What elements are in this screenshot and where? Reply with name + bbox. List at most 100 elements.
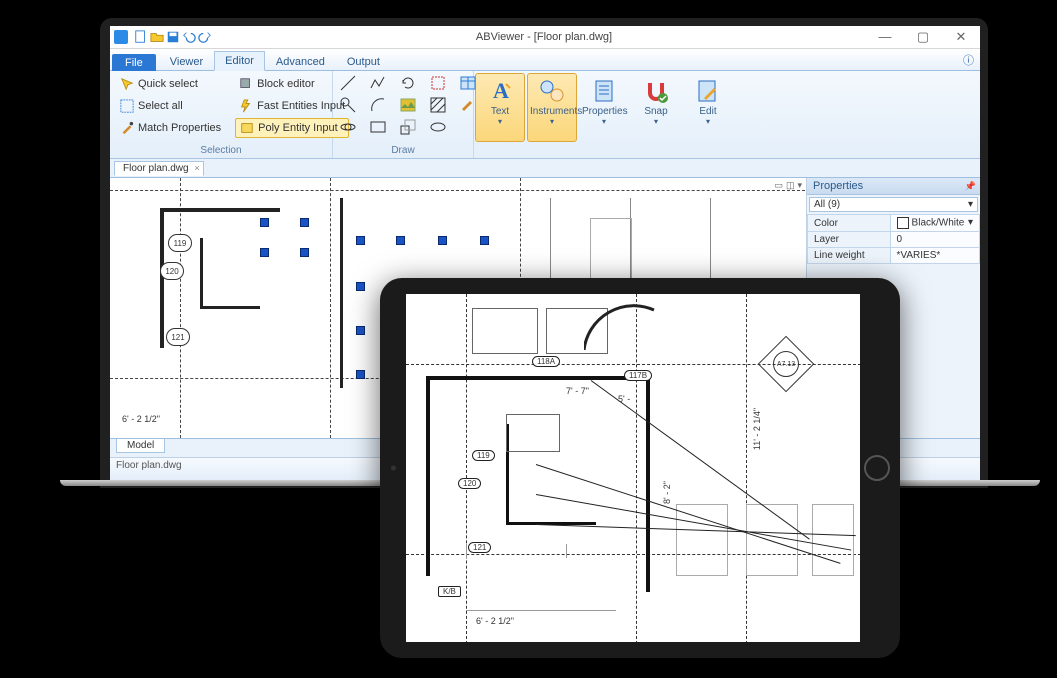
edit-button[interactable]: Edit▾ [683, 73, 733, 142]
chevron-down-icon: ▾ [968, 199, 973, 210]
prop-value-label: Black/White [912, 218, 965, 229]
match-properties-button[interactable]: Match Properties [116, 118, 225, 138]
prop-value[interactable]: *VARIES* [890, 248, 979, 264]
instruments-button-label: Instruments [530, 106, 574, 117]
block-editor-label: Block editor [257, 78, 314, 90]
scale-icon[interactable] [399, 118, 417, 136]
tab-editor[interactable]: Editor [214, 51, 265, 71]
tab-output[interactable]: Output [336, 52, 391, 71]
dimension-label: 7' - 7" [566, 386, 589, 396]
properties-filter-label: All (9) [814, 199, 840, 210]
title-bar: ABViewer - [Floor plan.dwg] — ▢ ✕ [110, 26, 980, 49]
circle-line-icon[interactable] [339, 96, 357, 114]
room-tag: 119 [472, 450, 495, 461]
tab-viewer[interactable]: Viewer [159, 52, 214, 71]
tab-file[interactable]: File [112, 54, 156, 71]
qat-redo-icon[interactable] [198, 30, 212, 44]
properties-button[interactable]: Properties▾ [579, 73, 629, 142]
dimension-label: 8' - 2" [662, 481, 672, 504]
prop-value[interactable]: 0 [890, 232, 979, 248]
match-properties-label: Match Properties [138, 122, 221, 134]
tab-advanced[interactable]: Advanced [265, 52, 336, 71]
compass-marker: A7.13 [758, 336, 815, 393]
ribbon-big-buttons: A Text▾ Instruments▾ Properties▾ Snap▾ [474, 71, 734, 158]
hatch-icon[interactable] [429, 96, 447, 114]
blank-icon [459, 118, 477, 136]
paint-icon[interactable] [459, 96, 477, 114]
dimension-label: 6' - 2 1/2" [122, 414, 160, 424]
chevron-down-icon: ▾ [968, 217, 973, 228]
ribbon-tabs: File Viewer Editor Advanced Output ⓘ [110, 49, 980, 71]
model-tab[interactable]: Model [116, 439, 165, 453]
prop-key: Layer [808, 232, 891, 248]
svg-text:A: A [493, 78, 509, 103]
close-button[interactable]: ✕ [946, 29, 976, 45]
prop-key: Color [808, 215, 891, 232]
properties-filter[interactable]: All (9) ▾ [809, 197, 978, 212]
rotate-icon[interactable] [399, 74, 417, 92]
arc-icon[interactable] [369, 96, 387, 114]
fast-entities-label: Fast Entities Input [257, 100, 345, 112]
properties-table: ColorBlack/White ▾ Layer0 Line weight*VA… [807, 214, 980, 264]
ribbon: Quick select Select all Match Properties… [110, 71, 980, 159]
document-tab[interactable]: Floor plan.dwg × [114, 161, 204, 176]
dimension-label: 6' - 2 1/2" [476, 616, 514, 626]
pin-icon[interactable]: 📌 [965, 181, 976, 192]
dimension-label: 11' - 2 1/4" [752, 408, 762, 450]
tablet-frame: 118A 117B 119 120 121 K/B A7.13 7' - 7" … [380, 278, 900, 658]
maximize-button[interactable]: ▢ [908, 29, 938, 45]
quick-access-toolbar [134, 30, 212, 44]
select-all-button[interactable]: Select all [116, 96, 225, 116]
snap-button[interactable]: Snap▾ [631, 73, 681, 142]
room-tag: 121 [468, 542, 491, 553]
room-tag: 120 [160, 262, 184, 280]
table-icon[interactable] [459, 74, 477, 92]
polyline-icon[interactable] [369, 74, 387, 92]
prop-value-color[interactable]: Black/White ▾ [890, 215, 979, 232]
poly-entity-label: Poly Entity Input [258, 122, 338, 134]
room-tag: 121 [166, 328, 190, 346]
minimize-button[interactable]: — [870, 29, 900, 45]
compass-label: A7.13 [773, 351, 799, 377]
tablet-screen[interactable]: 118A 117B 119 120 121 K/B A7.13 7' - 7" … [406, 294, 860, 642]
document-tab-bar: Floor plan.dwg × [110, 159, 980, 178]
quick-select-label: Quick select [138, 78, 198, 90]
tablet-camera [391, 466, 396, 471]
orbit-icon[interactable] [339, 118, 357, 136]
text-button-label: Text [478, 106, 522, 117]
room-tag: 117B [624, 370, 652, 381]
room-tag: 119 [168, 234, 192, 252]
properties-header-label: Properties [813, 180, 863, 192]
qat-undo-icon[interactable] [182, 30, 196, 44]
room-tag: 118A [532, 356, 560, 367]
image-icon[interactable] [399, 96, 417, 114]
properties-button-label: Properties [582, 106, 626, 117]
qat-save-icon[interactable] [166, 30, 180, 44]
room-tag: 120 [458, 478, 481, 489]
kb-tag: K/B [438, 586, 461, 597]
selection-group-label: Selection [110, 145, 332, 156]
ribbon-group-selection: Quick select Select all Match Properties… [110, 71, 333, 158]
properties-header[interactable]: Properties 📌 [807, 178, 980, 195]
qat-new-icon[interactable] [134, 30, 148, 44]
ellipse-icon[interactable] [429, 118, 447, 136]
select-all-label: Select all [138, 100, 183, 112]
tablet-home-button[interactable] [864, 455, 890, 481]
close-tab-icon[interactable]: × [194, 163, 199, 173]
app-icon [114, 30, 128, 44]
region-icon[interactable] [429, 74, 447, 92]
rectangle-icon[interactable] [369, 118, 387, 136]
ribbon-group-draw: Draw [333, 71, 474, 158]
prop-key: Line weight [808, 248, 891, 264]
qat-open-icon[interactable] [150, 30, 164, 44]
quick-select-button[interactable]: Quick select [116, 74, 225, 94]
document-tab-label: Floor plan.dwg [123, 163, 189, 174]
snap-button-label: Snap [634, 106, 678, 117]
edit-button-label: Edit [686, 106, 730, 117]
text-button[interactable]: A Text▾ [475, 73, 525, 142]
help-icon[interactable]: ⓘ [963, 52, 974, 68]
instruments-button[interactable]: Instruments▾ [527, 73, 577, 142]
window-title: ABViewer - [Floor plan.dwg] [218, 31, 870, 43]
line-icon[interactable] [339, 74, 357, 92]
draw-group-label: Draw [333, 145, 473, 156]
